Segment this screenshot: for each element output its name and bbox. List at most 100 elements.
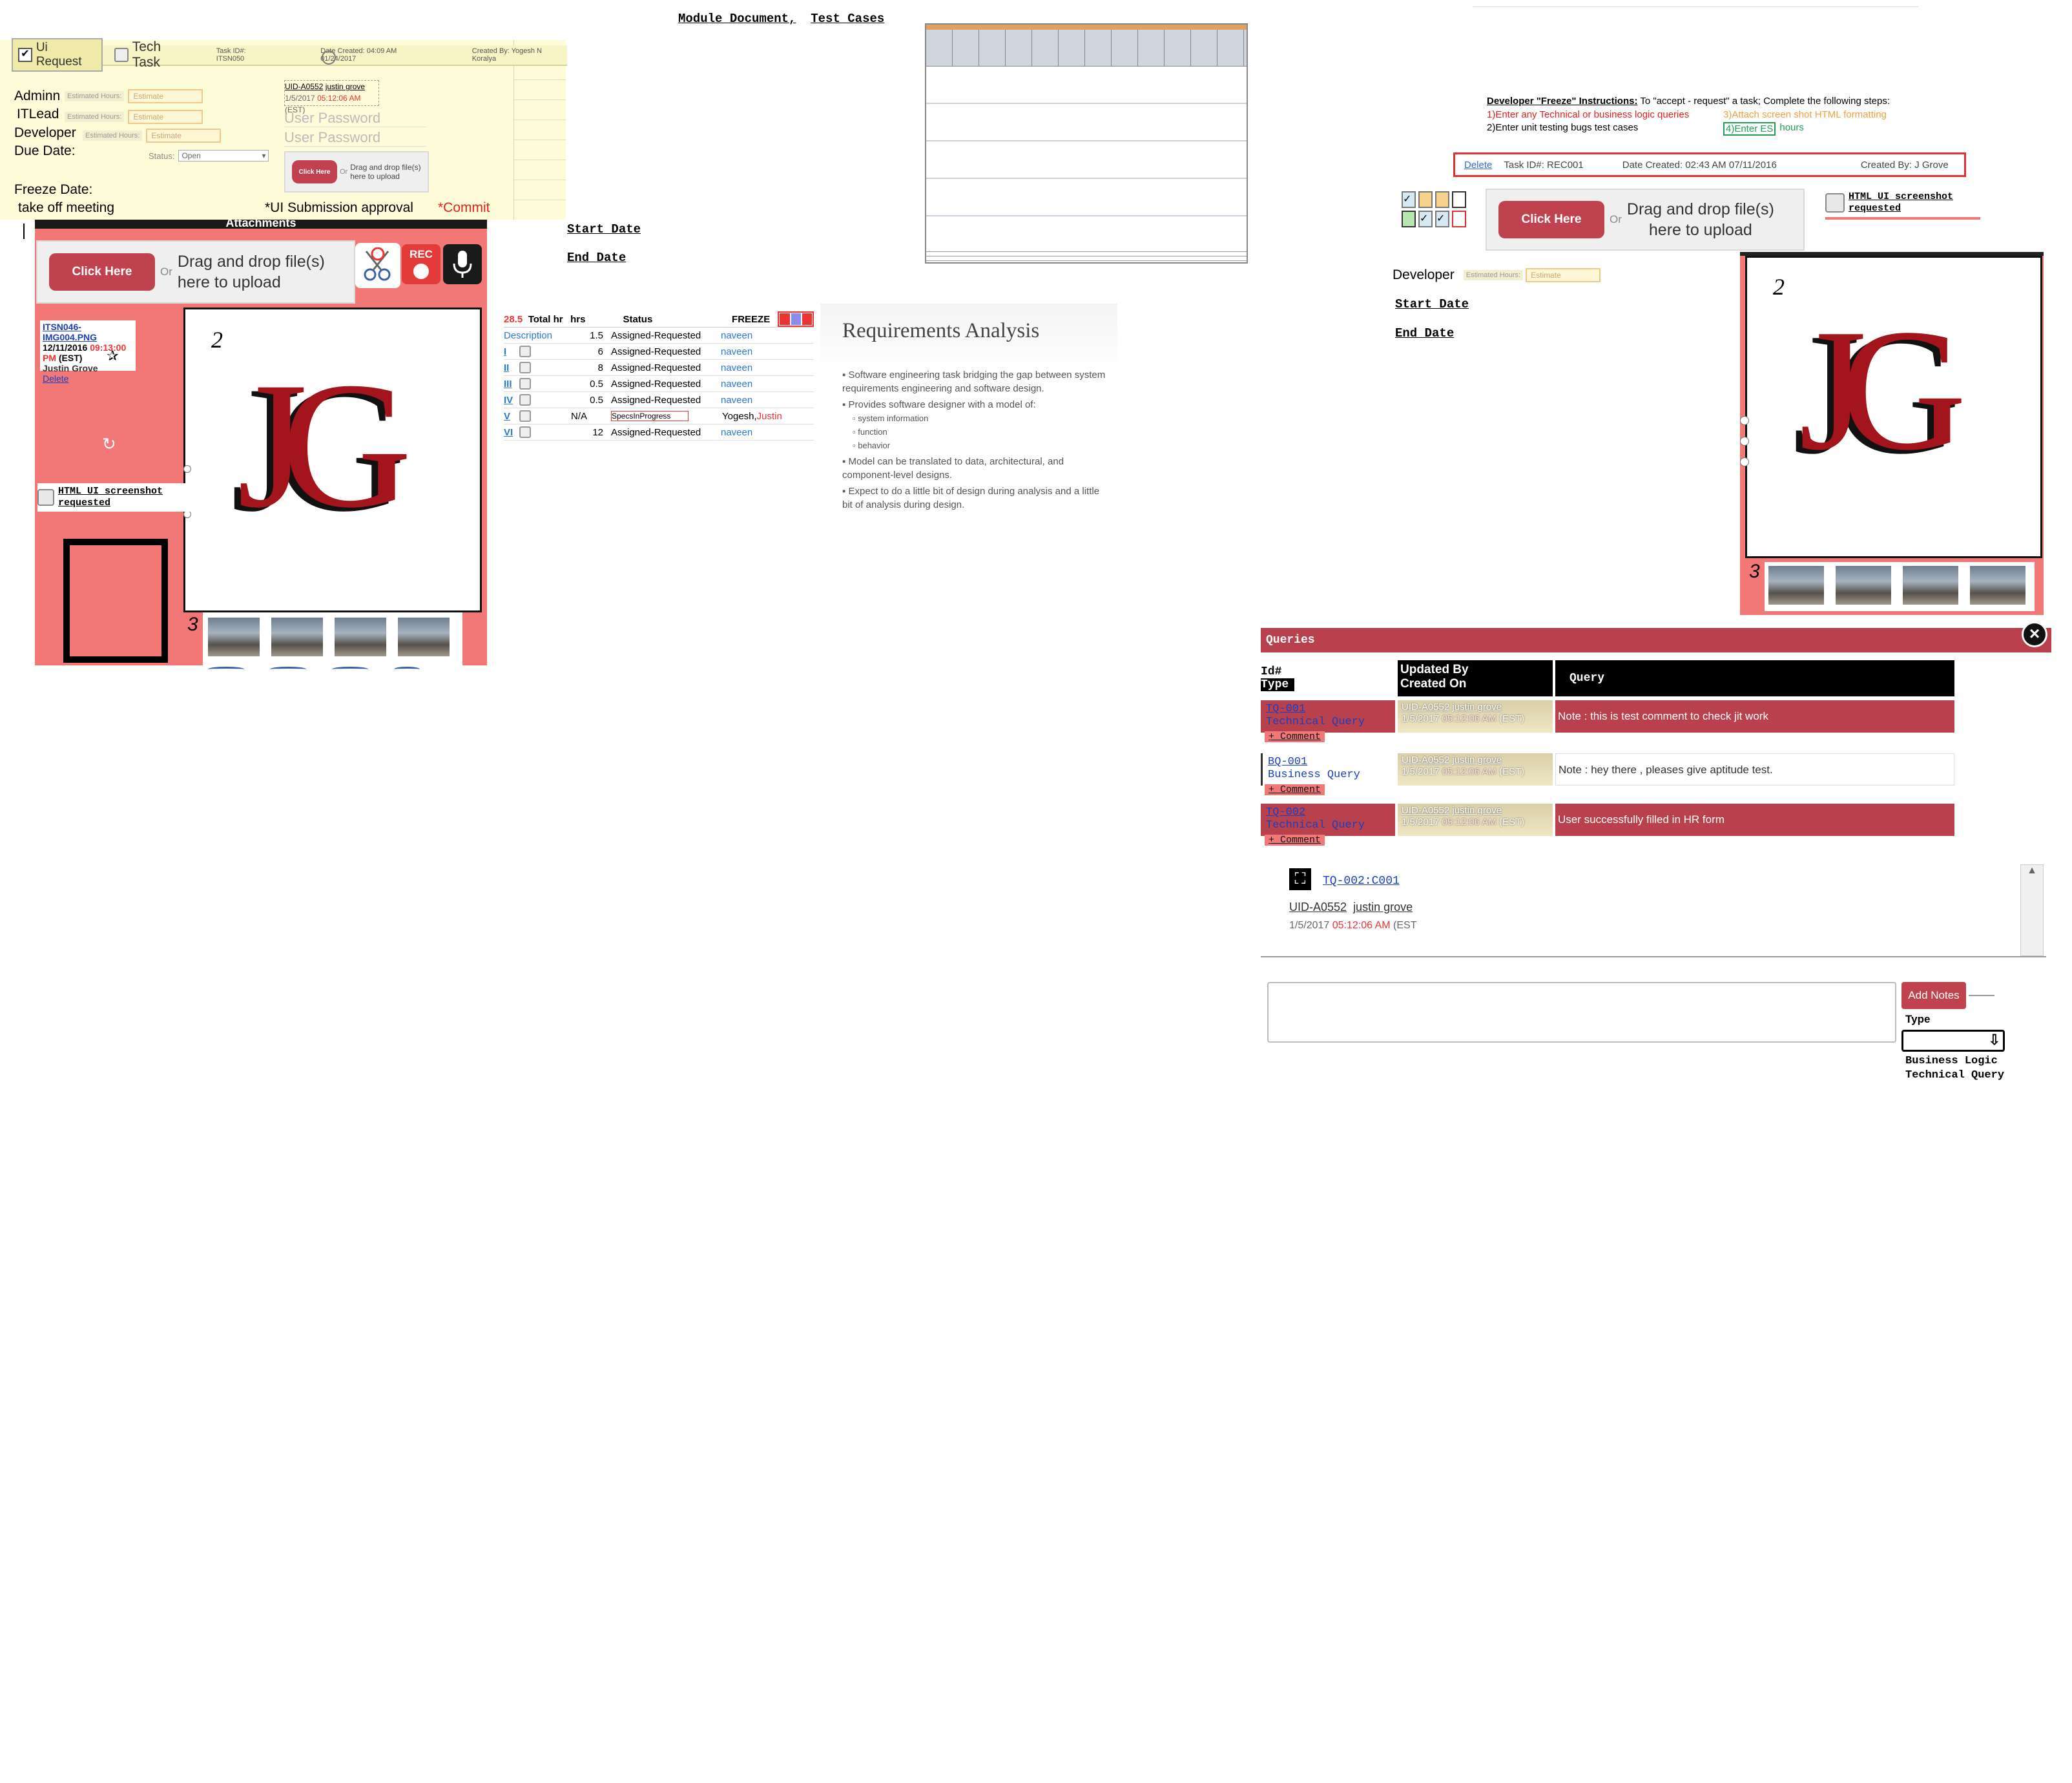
comment-button[interactable]: + Comment [1265, 784, 1325, 795]
developer-row: Developer Estimated Hours: Estimate [1393, 267, 1601, 283]
query-user[interactable]: UID-A0552 [1402, 805, 1449, 816]
sub-name[interactable]: justin grove [1353, 901, 1413, 913]
freeze-step-4: 4)Enter ES [1723, 122, 1776, 136]
html-ui-checkbox[interactable] [1825, 193, 1845, 213]
uid-name[interactable]: justin grove [326, 82, 365, 91]
end-date-link[interactable]: End Date [567, 251, 626, 265]
sub-user[interactable]: UID-A0552 [1289, 901, 1347, 913]
html-ui-checkbox[interactable] [37, 489, 54, 506]
estimate-input[interactable]: Estimate [128, 89, 203, 103]
refresh-icon[interactable]: ↻ [102, 434, 116, 454]
scrollbar[interactable]: ▲ [2020, 864, 2044, 956]
checkbox-icon[interactable] [114, 48, 129, 62]
resize-handle[interactable] [183, 465, 191, 473]
start-date-link[interactable]: Start Date [567, 222, 641, 236]
click-here-button[interactable]: Click Here [1498, 201, 1604, 238]
row-label[interactable]: Description [504, 330, 571, 341]
top-right-rule [1473, 6, 1918, 7]
thumbnail[interactable] [1901, 565, 1960, 606]
row-checkbox[interactable] [519, 410, 531, 422]
thumbnail[interactable] [1767, 565, 1825, 606]
query-user[interactable]: UID-A0552 [1402, 755, 1449, 766]
col-status: Status [623, 313, 653, 325]
thumbnail[interactable] [207, 616, 261, 658]
row-label[interactable]: IV [504, 395, 519, 406]
row-checkbox[interactable] [519, 346, 531, 357]
row-label[interactable]: III [504, 379, 519, 390]
row-checkbox[interactable] [519, 362, 531, 373]
notes-textarea[interactable] [1267, 982, 1896, 1043]
estimate-input[interactable]: Estimate [146, 129, 222, 143]
query-user-name[interactable]: justin grove [1452, 702, 1502, 713]
type-select[interactable]: ⇩ [1901, 1030, 2005, 1052]
module-doc-link[interactable]: Module Document, [678, 12, 796, 26]
test-cases-link[interactable]: Test Cases [811, 12, 884, 26]
status-select[interactable]: Open ▾ [178, 150, 269, 162]
password-field-1[interactable]: User Password [284, 110, 426, 127]
test-cases-sheet[interactable] [925, 23, 1248, 264]
image-icon[interactable]: ⛶ [1289, 868, 1311, 890]
sub-comment-id-link[interactable]: TQ-002:C001 [1323, 875, 1400, 888]
color-swatch-grid[interactable]: ✓ ✓ ✓ [1402, 191, 1475, 227]
thumbnail[interactable] [270, 616, 324, 658]
slide-bullet: ▪ Software engineering task bridging the… [842, 370, 1106, 394]
row-checkbox[interactable] [519, 378, 531, 390]
thumbnail[interactable] [397, 616, 451, 658]
row-label[interactable]: V [504, 411, 519, 422]
comment-button[interactable]: + Comment [1265, 835, 1325, 846]
file-name-link[interactable]: ITSN046-IMG004.PNG [43, 322, 133, 342]
html-ui-request: HTML UI screenshot requested [37, 483, 190, 512]
resize-handle[interactable] [1740, 457, 1749, 466]
upload-zone[interactable]: Click Here Or Drag and drop file(s) here… [36, 240, 355, 304]
query-id-cell: TQ-001 Technical Query [1261, 700, 1395, 733]
type-option[interactable]: Technical Query [1905, 1069, 2004, 1083]
snip-tool-button[interactable] [355, 243, 400, 288]
comment-button[interactable]: + Comment [1265, 731, 1325, 742]
type-option[interactable]: Business Logic [1905, 1054, 2004, 1069]
freeze-intro: To "accept - request" a task; Complete t… [1640, 96, 1891, 107]
query-id-link[interactable]: TQ-002 [1266, 806, 1390, 819]
ui-request-tab[interactable]: ✔ Ui Request [12, 38, 103, 72]
row-label[interactable]: I [504, 346, 519, 357]
end-date-link[interactable]: End Date [1395, 326, 1454, 340]
tech-task-tab[interactable]: Tech Task [109, 38, 197, 72]
microphone-button[interactable] [443, 244, 482, 284]
html-ui-label[interactable]: HTML UI screenshot requested [1849, 191, 1953, 214]
query-user[interactable]: UID-A0552 [1402, 702, 1449, 713]
scroll-up-icon[interactable]: ▲ [2021, 865, 2043, 877]
query-row: TQ-001 Technical Query + Comment UID-A0552 … [1261, 700, 2046, 742]
task-delete-link[interactable]: Delete [1464, 160, 1492, 171]
resize-handle[interactable] [1740, 416, 1749, 425]
freeze-toggle[interactable] [778, 311, 814, 327]
resize-handle[interactable] [1740, 437, 1749, 446]
uid-user[interactable]: UID-A0552 [285, 82, 323, 91]
thumbnail[interactable] [1834, 565, 1892, 606]
query-user-name[interactable]: justin grove [1452, 805, 1502, 816]
ui-submission-label: *UI Submission approval [265, 200, 413, 215]
checked-checkbox-icon[interactable]: ✔ [18, 48, 32, 62]
file-delete-link[interactable]: Delete [43, 373, 133, 384]
right-upload-zone[interactable]: Click Here Or Drag and drop file(s) here… [1486, 189, 1805, 251]
estimate-input[interactable]: Estimate [1526, 268, 1601, 282]
thumbnail[interactable] [1969, 565, 2027, 606]
start-date-link[interactable]: Start Date [1395, 297, 1469, 311]
rotate-handle-icon[interactable] [322, 50, 336, 65]
click-here-button[interactable]: Click Here [49, 253, 155, 291]
row-checkbox[interactable] [519, 394, 531, 406]
close-button[interactable]: × [2022, 621, 2047, 647]
password-field-2[interactable]: User Password [284, 129, 426, 147]
row-label[interactable]: II [504, 362, 519, 373]
pin-icon[interactable]: ✰ [107, 348, 118, 364]
html-ui-label[interactable]: HTML UI screenshot requested [58, 486, 163, 509]
thumbnail[interactable] [333, 616, 388, 658]
query-id-link[interactable]: BQ-001 [1268, 756, 1390, 769]
row-checkbox[interactable] [519, 426, 531, 438]
add-notes-button[interactable]: Add Notes [1901, 982, 1966, 1009]
row-label[interactable]: VI [504, 427, 519, 438]
click-here-button[interactable]: Click Here [292, 160, 337, 183]
small-upload-zone[interactable]: Click Here Or Drag and drop file(s) here… [284, 151, 429, 193]
query-id-link[interactable]: TQ-001 [1266, 703, 1390, 716]
record-button[interactable]: REC [402, 244, 440, 284]
estimate-input[interactable]: Estimate [128, 110, 203, 124]
query-user-name[interactable]: justin grove [1452, 755, 1502, 766]
